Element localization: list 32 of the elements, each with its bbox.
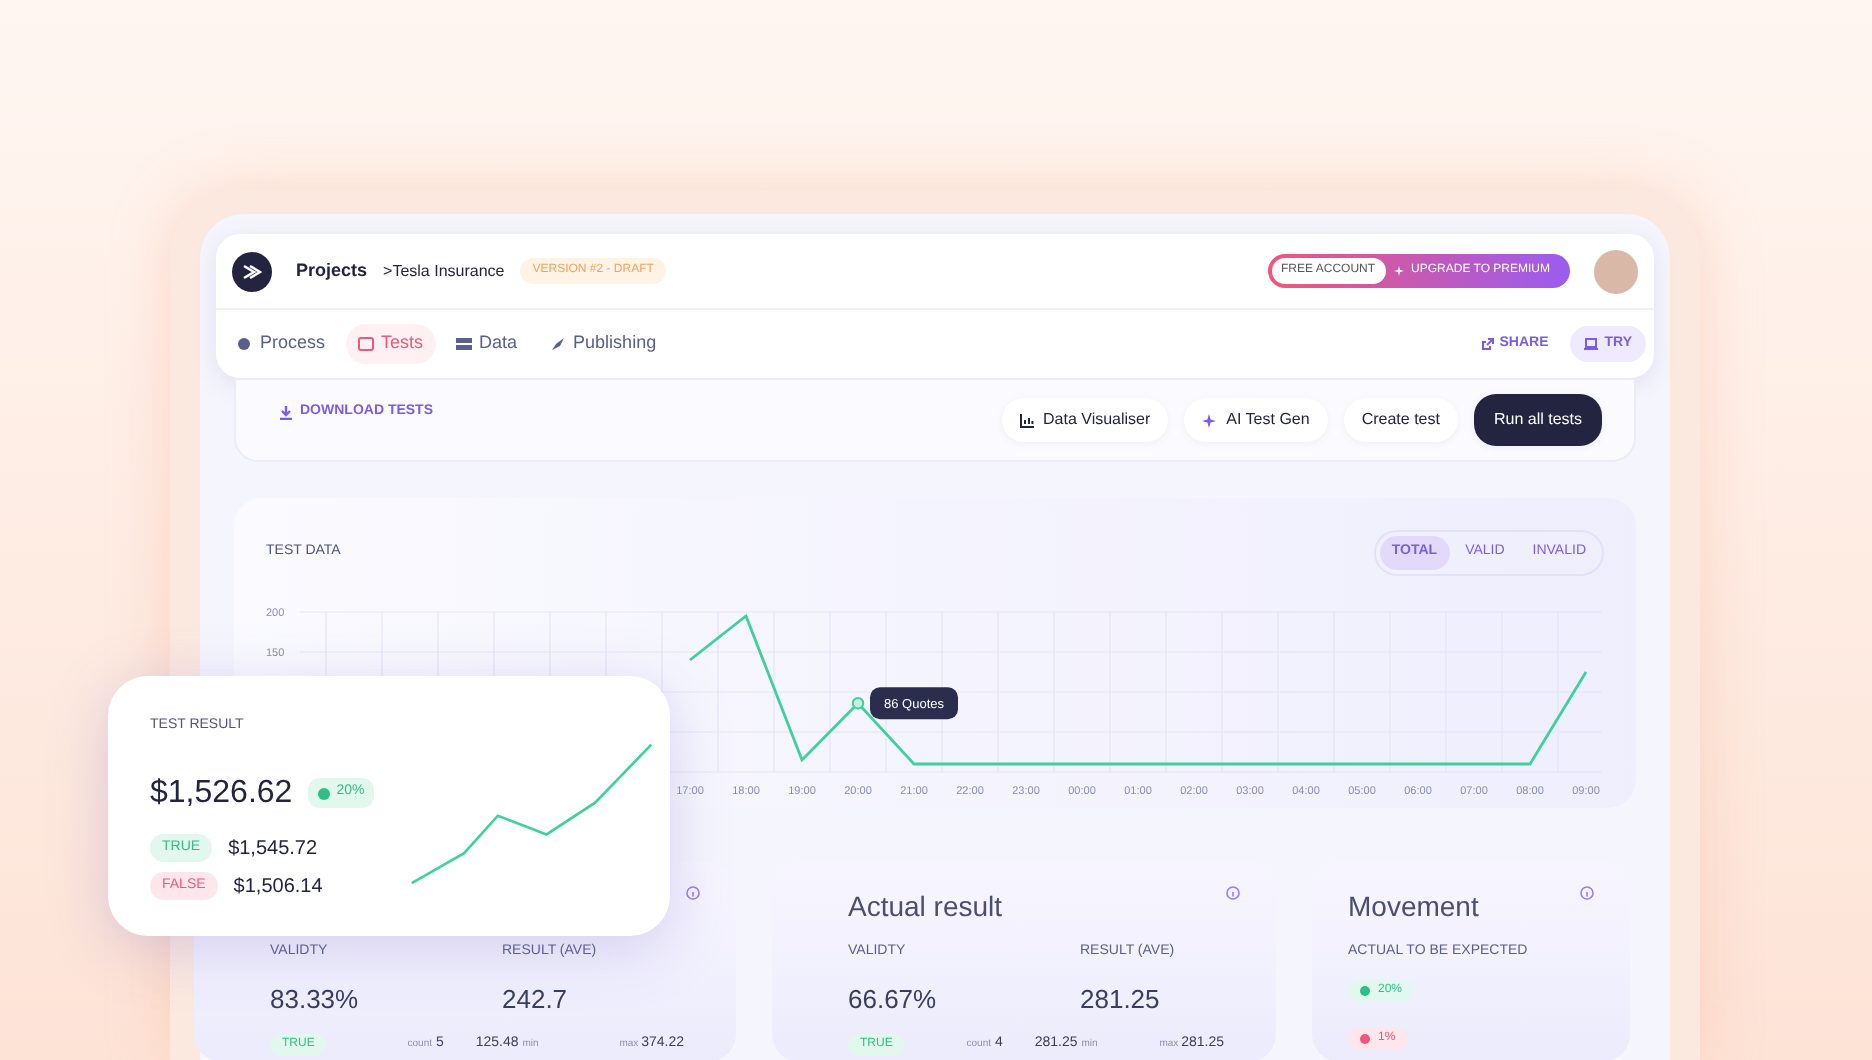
toolbar-button[interactable]: Create test — [1343, 398, 1458, 442]
toolbar-button[interactable]: AI Test Gen — [1184, 398, 1328, 442]
validity-value: 83.33% — [270, 981, 361, 1017]
amount-value: $1,545.72 — [228, 835, 318, 863]
list-icon — [455, 336, 472, 352]
result-value: 281.25 — [1080, 981, 1162, 1017]
dot-icon — [236, 336, 252, 352]
nav-tab[interactable]: Publishing — [537, 324, 669, 364]
result-value: $1,526.62 — [150, 773, 293, 813]
toolbar-button[interactable]: Data Visualiser — [1001, 398, 1169, 442]
logo-icon — [232, 251, 272, 291]
card-title: Movement — [1348, 888, 1479, 926]
sparkle-icon — [1202, 413, 1217, 427]
validity-value: 66.67% — [848, 981, 939, 1017]
external-link-icon — [1481, 338, 1494, 350]
data-point[interactable] — [851, 696, 865, 709]
info-icon — [1580, 886, 1594, 900]
nav-tab[interactable]: Process — [224, 324, 338, 364]
breadcrumb-current: >Tesla Insurance — [383, 259, 505, 283]
toolbar-button[interactable]: Run all tests — [1473, 394, 1602, 446]
avatar[interactable] — [1594, 249, 1638, 293]
card-title: Actual result — [848, 888, 1003, 926]
breadcrumb-link[interactable]: Projects — [296, 257, 368, 285]
download-icon — [280, 405, 292, 419]
laptop-icon — [1584, 338, 1599, 350]
bar-chart-icon — [1019, 413, 1034, 427]
nav-tab[interactable]: Data — [443, 324, 530, 364]
info-icon — [686, 886, 700, 900]
info-icon — [1226, 886, 1240, 900]
sparkle-icon — [1393, 266, 1404, 276]
amount-value: $1,506.14 — [233, 873, 323, 901]
result-value: 242.7 — [502, 981, 570, 1017]
